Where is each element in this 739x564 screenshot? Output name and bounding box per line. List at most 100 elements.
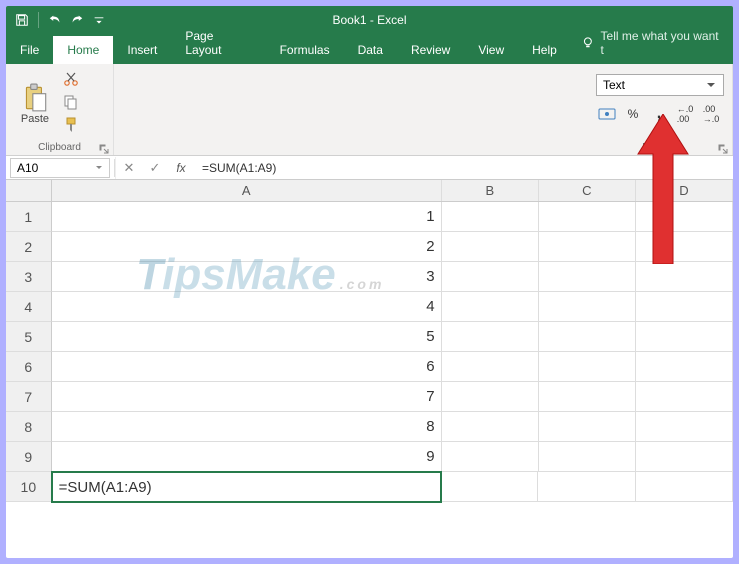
increase-decimal-button[interactable]: ←.0.00: [674, 104, 696, 124]
copy-button[interactable]: [60, 91, 82, 112]
number-dialog-launcher[interactable]: [718, 141, 728, 151]
row-header[interactable]: 3: [6, 262, 52, 292]
cell-C3[interactable]: [539, 262, 636, 292]
cell-D1[interactable]: [636, 202, 733, 232]
cell-A6[interactable]: 6: [52, 352, 442, 382]
row-header[interactable]: 1: [6, 202, 52, 232]
row-header[interactable]: 2: [6, 232, 52, 262]
insert-function-button[interactable]: fx: [168, 157, 194, 179]
table-row: 55: [6, 322, 733, 352]
cell-B2[interactable]: [442, 232, 539, 262]
cell-B1[interactable]: [442, 202, 539, 232]
cell-B8[interactable]: [442, 412, 539, 442]
accounting-format-button[interactable]: [596, 104, 618, 124]
cell-D7[interactable]: [636, 382, 733, 412]
cell-D9[interactable]: [636, 442, 733, 472]
tab-insert[interactable]: Insert: [113, 36, 171, 64]
table-row: 11: [6, 202, 733, 232]
row-header[interactable]: 7: [6, 382, 52, 412]
cell-A9[interactable]: 9: [52, 442, 442, 472]
cell-C1[interactable]: [539, 202, 636, 232]
table-row: 99: [6, 442, 733, 472]
enter-formula-button[interactable]: ✓: [142, 157, 168, 179]
tab-data[interactable]: Data: [344, 36, 397, 64]
clipboard-dialog-launcher[interactable]: [99, 141, 109, 151]
cell-A5[interactable]: 5: [52, 322, 442, 352]
undo-icon[interactable]: [47, 12, 63, 28]
format-painter-button[interactable]: [60, 115, 82, 136]
cell-D4[interactable]: [636, 292, 733, 322]
table-row: 22: [6, 232, 733, 262]
cell-D8[interactable]: [636, 412, 733, 442]
row-header[interactable]: 5: [6, 322, 52, 352]
cell-B5[interactable]: [442, 322, 539, 352]
column-header-c[interactable]: C: [539, 180, 636, 201]
cell-C6[interactable]: [539, 352, 636, 382]
cell-B9[interactable]: [442, 442, 539, 472]
row-header[interactable]: 10: [6, 472, 52, 502]
paintbrush-icon: [63, 117, 79, 133]
cancel-formula-button[interactable]: ✕: [116, 157, 142, 179]
chevron-down-icon: [95, 164, 103, 172]
cell-A4[interactable]: 4: [52, 292, 442, 322]
clipboard-group: Paste Clipboard: [6, 64, 114, 155]
cell-B6[interactable]: [442, 352, 539, 382]
column-header-d[interactable]: D: [636, 180, 733, 201]
cell-D6[interactable]: [636, 352, 733, 382]
decrease-decimal-button[interactable]: .00→.0: [700, 104, 722, 124]
select-all-corner[interactable]: [6, 180, 52, 201]
name-box-value: A10: [17, 161, 38, 175]
cell-A10[interactable]: =SUM(A1:A9): [51, 471, 442, 503]
number-format-dropdown[interactable]: Text: [596, 74, 724, 96]
cell-D5[interactable]: [636, 322, 733, 352]
cell-C9[interactable]: [539, 442, 636, 472]
cell-B10[interactable]: [441, 472, 538, 502]
column-header-b[interactable]: B: [442, 180, 539, 201]
tell-me[interactable]: Tell me what you want t: [571, 22, 733, 64]
cell-C4[interactable]: [539, 292, 636, 322]
row-header[interactable]: 9: [6, 442, 52, 472]
row-header[interactable]: 8: [6, 412, 52, 442]
name-box[interactable]: A10: [10, 158, 110, 178]
ribbon: Paste Clipboard Text % , ←.0.00: [6, 64, 733, 156]
cell-C8[interactable]: [539, 412, 636, 442]
cut-button[interactable]: [60, 68, 82, 89]
qat-dropdown-icon[interactable]: [91, 12, 107, 28]
cell-C5[interactable]: [539, 322, 636, 352]
cell-D10[interactable]: [636, 472, 733, 502]
tab-home[interactable]: Home: [53, 36, 113, 64]
excel-window: Book1 - Excel File Home Insert Page Layo…: [6, 6, 733, 558]
cell-D3[interactable]: [636, 262, 733, 292]
tab-help[interactable]: Help: [518, 36, 571, 64]
cell-A7[interactable]: 7: [52, 382, 442, 412]
copy-icon: [63, 94, 79, 110]
cell-C7[interactable]: [539, 382, 636, 412]
cell-D2[interactable]: [636, 232, 733, 262]
cell-A8[interactable]: 8: [52, 412, 442, 442]
percent-button[interactable]: %: [622, 104, 644, 124]
lightbulb-icon: [581, 36, 595, 50]
chevron-down-icon: [705, 79, 717, 91]
tab-formulas[interactable]: Formulas: [266, 36, 344, 64]
tab-view[interactable]: View: [464, 36, 518, 64]
cell-A1[interactable]: 1: [52, 202, 442, 232]
row-header[interactable]: 4: [6, 292, 52, 322]
cell-B4[interactable]: [442, 292, 539, 322]
cell-B7[interactable]: [442, 382, 539, 412]
save-icon[interactable]: [14, 12, 30, 28]
column-header-a[interactable]: A: [52, 180, 442, 201]
tab-file[interactable]: File: [6, 36, 53, 64]
formula-input[interactable]: =SUM(A1:A9): [194, 161, 733, 175]
tab-page-layout[interactable]: Page Layout: [171, 22, 265, 64]
comma-button[interactable]: ,: [648, 104, 670, 124]
cell-B3[interactable]: [442, 262, 539, 292]
paste-button[interactable]: Paste: [14, 68, 56, 136]
cell-C2[interactable]: [539, 232, 636, 262]
tab-review[interactable]: Review: [397, 36, 464, 64]
redo-icon[interactable]: [69, 12, 85, 28]
cell-C10[interactable]: [538, 472, 635, 502]
cell-A3[interactable]: 3: [52, 262, 442, 292]
currency-icon: [598, 107, 616, 121]
row-header[interactable]: 6: [6, 352, 52, 382]
cell-A2[interactable]: 2: [52, 232, 442, 262]
